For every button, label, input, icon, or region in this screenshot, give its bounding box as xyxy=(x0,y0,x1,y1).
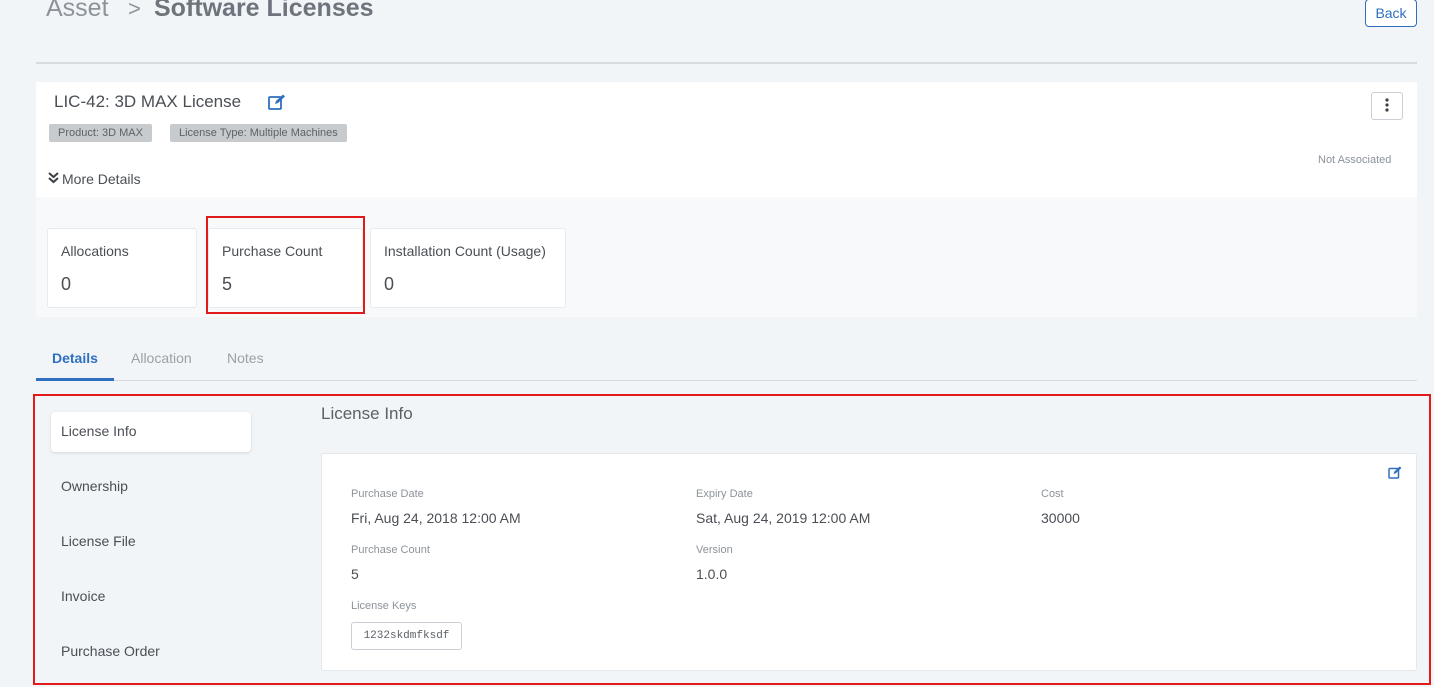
allocations-stat: Allocations 0 xyxy=(47,228,197,308)
tab-divider xyxy=(36,380,1417,381)
breadcrumb-separator: > xyxy=(128,0,141,21)
installation-count-stat: Installation Count (Usage) 0 xyxy=(370,228,566,308)
more-options-button[interactable] xyxy=(1371,92,1403,120)
page-title: Software Licenses xyxy=(154,0,374,22)
license-type-tag: License Type: Multiple Machines xyxy=(170,124,347,142)
active-tab-indicator xyxy=(36,378,114,381)
double-chevron-down-icon xyxy=(48,171,59,187)
vertical-dots-icon xyxy=(1385,97,1389,115)
license-title: LIC-42: 3D MAX License xyxy=(54,92,242,111)
breadcrumb-root[interactable]: Asset xyxy=(46,0,109,23)
stat-label: Allocations xyxy=(61,243,129,259)
more-details-label: More Details xyxy=(62,171,141,187)
highlight-box xyxy=(206,216,365,314)
more-details-toggle[interactable]: More Details xyxy=(48,171,141,187)
stat-label: Installation Count (Usage) xyxy=(384,243,546,259)
edit-icon[interactable] xyxy=(268,94,286,110)
tab-details[interactable]: Details xyxy=(52,350,98,366)
header-divider xyxy=(36,62,1417,64)
association-status: Not Associated xyxy=(1318,154,1392,166)
tab-notes[interactable]: Notes xyxy=(227,350,264,366)
stat-value: 0 xyxy=(61,274,72,294)
tab-allocation[interactable]: Allocation xyxy=(131,350,192,366)
back-button[interactable]: Back xyxy=(1365,0,1417,27)
product-tag: Product: 3D MAX xyxy=(49,124,152,142)
stat-value: 0 xyxy=(384,274,395,294)
highlight-box xyxy=(33,394,1431,685)
